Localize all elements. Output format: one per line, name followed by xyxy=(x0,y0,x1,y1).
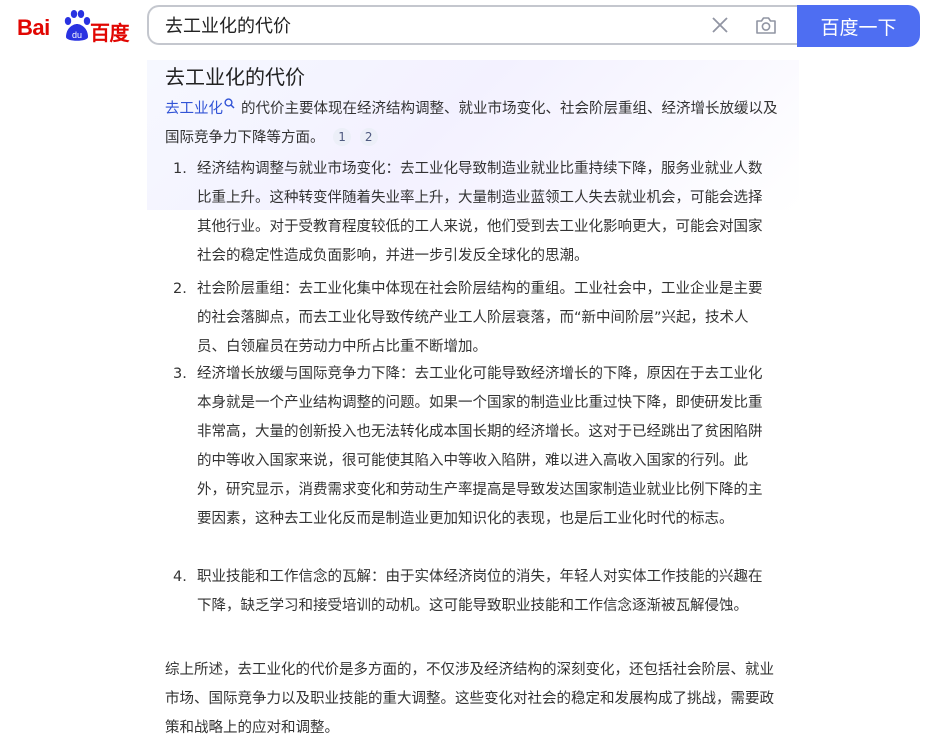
logo-text-bai: Bai xyxy=(17,15,50,40)
reference-badge[interactable]: 1 xyxy=(333,128,352,146)
list-item-number: 3. xyxy=(173,366,187,382)
intro-link[interactable]: 去工业化 xyxy=(165,101,223,117)
search-input[interactable] xyxy=(165,7,685,43)
header: Bai du 百度 百度一下 xyxy=(0,0,925,60)
answer-title: 去工业化的代价 xyxy=(165,65,305,89)
list-item-text: 经济增长放缓与国际竞争力下降：去工业化可能导致经济增长的下降，原因在于去工业化本… xyxy=(197,366,763,527)
list-item-text: 职业技能和工作信念的瓦解：由于实体经济岗位的消失，年轻人对实体工作技能的兴趣在下… xyxy=(197,569,763,614)
baidu-logo[interactable]: Bai du 百度 xyxy=(17,9,132,45)
intro-text: 的代价主要体现在经济结构调整、就业市场变化、社会阶层重组、经济增长放缓以及国际竞… xyxy=(165,101,778,146)
list-item-number: 1. xyxy=(173,161,187,177)
search-icon[interactable] xyxy=(224,98,235,109)
list-item-number: 2. xyxy=(173,281,187,297)
logo-text-du: du xyxy=(72,30,82,40)
logo-text-baidu-cn: 百度 xyxy=(90,23,130,45)
list-item-number: 4. xyxy=(173,569,187,585)
search-button[interactable]: 百度一下 xyxy=(797,5,920,47)
close-icon[interactable] xyxy=(711,16,729,34)
list-item-text: 社会阶层重组：去工业化集中体现在社会阶层结构的重组。工业社会中，工业企业是主要的… xyxy=(197,281,763,355)
reference-badge[interactable]: 2 xyxy=(359,128,378,146)
paw-icon: du xyxy=(64,10,91,41)
camera-icon[interactable] xyxy=(755,15,777,35)
list-item-text: 经济结构调整与就业市场变化：去工业化导致制造业就业比重持续下降，服务业就业人数比… xyxy=(197,161,763,264)
answer-intro: 去工业化 的代价主要体现在经济结构调整、就业市场变化、社会阶层重组、经济增长放缓以… xyxy=(165,95,785,153)
answer-summary: 综上所述，去工业化的代价是多方面的，不仅涉及经济结构的深刻变化，还包括社会阶层、… xyxy=(165,662,774,736)
ai-answer-card: 去工业化的代价 去工业化 的代价主要体现在经济结构调整、就业市场变化、社会阶层重组… xyxy=(147,60,799,754)
search-box xyxy=(147,5,797,45)
